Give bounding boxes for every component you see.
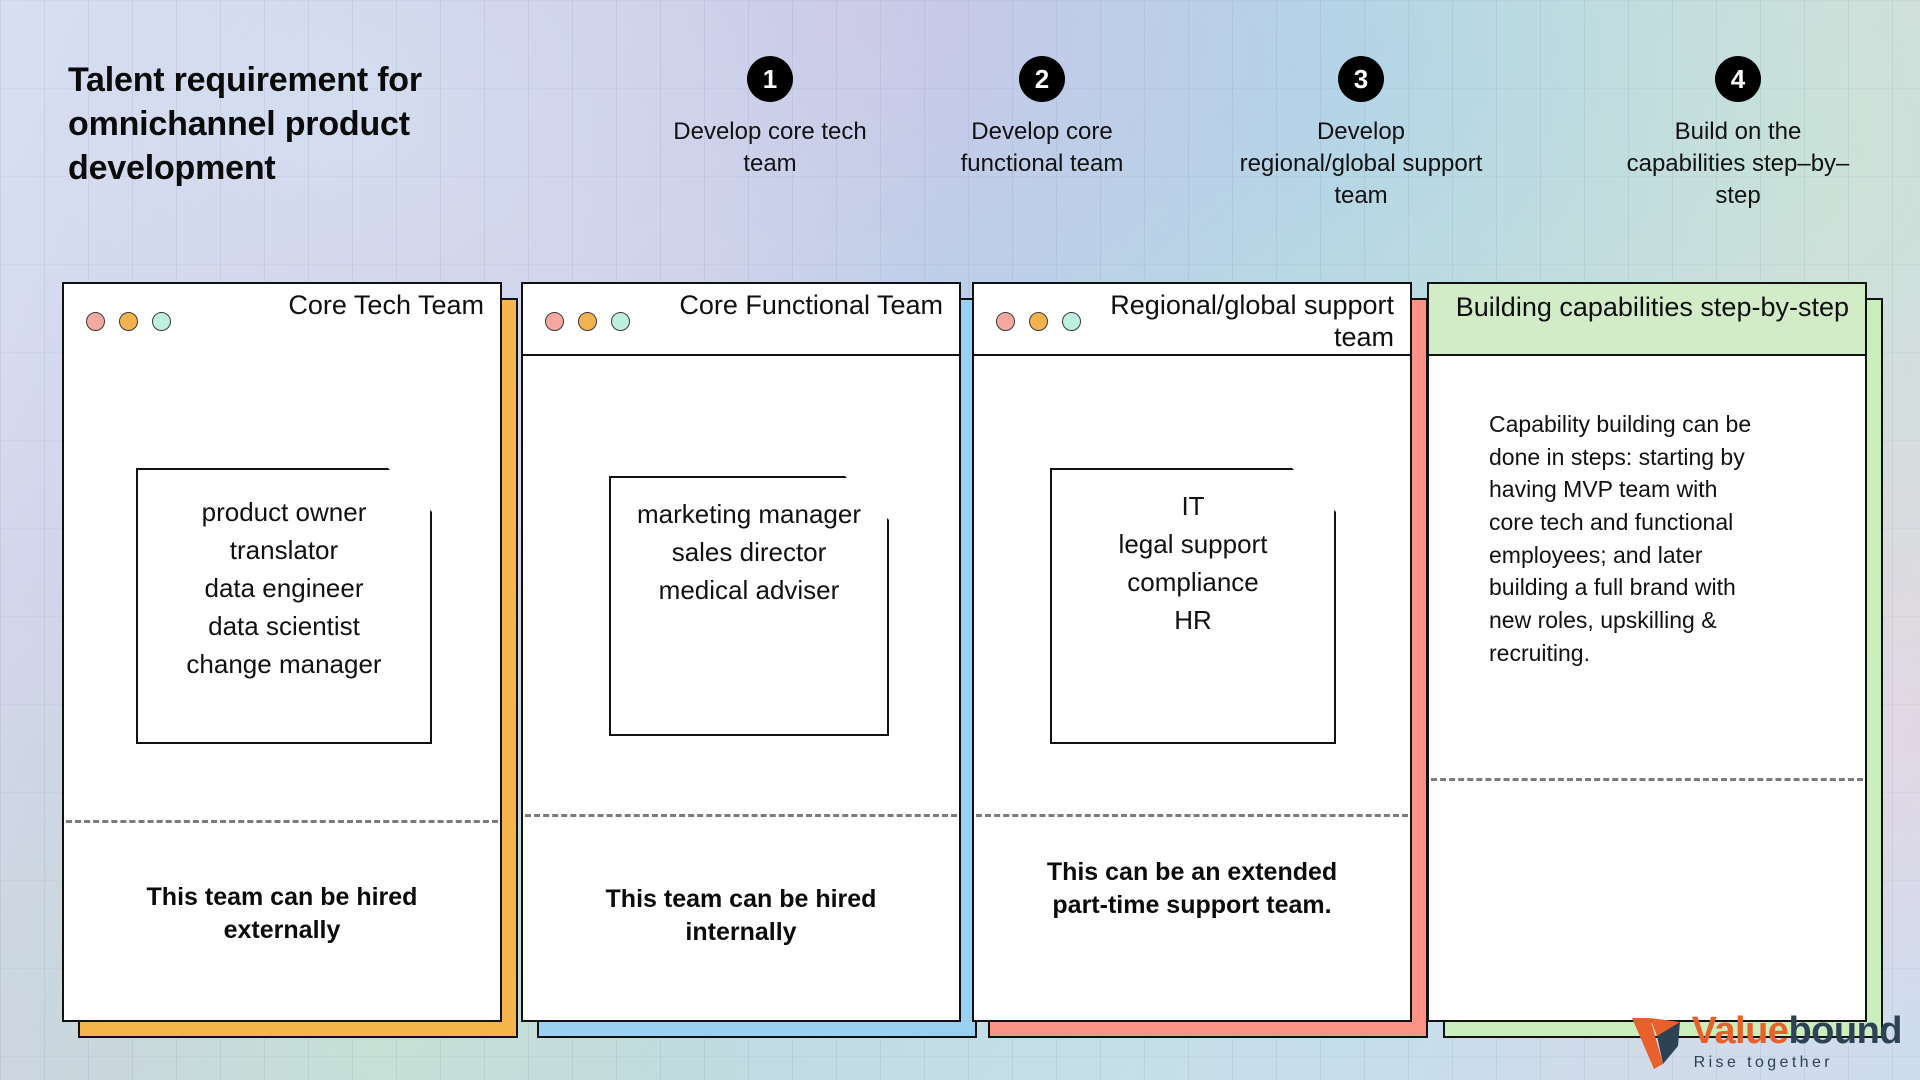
dot-red-icon[interactable] — [996, 312, 1015, 331]
roles-note-text-3: IT legal support compliance HR — [1038, 488, 1348, 640]
step-number-badge-1: 1 — [747, 56, 793, 102]
logo-name: Valuebound — [1691, 1010, 1903, 1052]
capability-description: Capability building can be done in steps… — [1489, 411, 1752, 666]
card-body-2: marketing manager sales director medical… — [523, 356, 959, 1020]
logo-tagline: Rise together — [1693, 1054, 1834, 1071]
page-title: Talent requirement for omnichannel produ… — [68, 61, 422, 188]
step-header-2: 2 Develop core functional team — [917, 56, 1167, 180]
dot-red-icon[interactable] — [545, 312, 564, 331]
role-item: compliance — [1127, 566, 1259, 597]
roles-note-2: marketing manager sales director medical… — [609, 476, 889, 736]
step-header-1: 1 Develop core tech team — [645, 56, 895, 180]
card-body-3: IT legal support compliance HR This can … — [974, 356, 1410, 1020]
dot-red-icon[interactable] — [86, 312, 105, 331]
card-building-capabilities[interactable]: Building capabilities step-by-step Capab… — [1427, 282, 1883, 1038]
dot-green-icon[interactable] — [152, 312, 171, 331]
step-number-badge-2: 2 — [1019, 56, 1065, 102]
role-item: HR — [1174, 604, 1212, 635]
card-body-4: Capability building can be done in steps… — [1429, 356, 1865, 1020]
window-dots-3 — [996, 312, 1081, 331]
card-panel-4[interactable]: Building capabilities step-by-step Capab… — [1427, 282, 1867, 1022]
step-number-badge-3: 3 — [1338, 56, 1384, 102]
roles-note-3: IT legal support compliance HR — [1050, 468, 1336, 744]
step-label-1: Develop core tech team — [673, 118, 867, 177]
valuebound-wordmark: Valuebound Rise together — [1691, 1010, 1903, 1072]
step-header-3: 3 Develop regional/global support team — [1236, 56, 1486, 212]
card-core-tech-team[interactable]: Core Tech Team product owner translator … — [62, 282, 518, 1038]
step-header-4: 4 Build on the capabilities step–by–step — [1613, 56, 1863, 212]
logo-name-part-a: Value — [1691, 1010, 1789, 1052]
role-item: data engineer — [204, 572, 364, 603]
dot-green-icon[interactable] — [1062, 312, 1081, 331]
card-header-3: Regional/global support team — [974, 284, 1410, 356]
step-label-3: Develop regional/global support team — [1239, 118, 1483, 209]
logo-name-part-b: bound — [1788, 1010, 1902, 1052]
dot-amber-icon[interactable] — [119, 312, 138, 331]
roles-note-text-1: product owner translator data engineer d… — [124, 494, 444, 684]
role-item: data scientist — [208, 610, 360, 641]
card-footer-1: This team can be hired externally — [146, 883, 418, 944]
card-panel-3[interactable]: Regional/global support team IT legal su… — [972, 282, 1412, 1022]
card-header-4: Building capabilities step-by-step — [1429, 284, 1865, 356]
card-core-functional-team[interactable]: Core Functional Team marketing manager s… — [521, 282, 977, 1038]
role-item: marketing manager — [637, 499, 861, 529]
card-header-1: Core Tech Team — [64, 284, 500, 356]
role-item: sales director — [671, 536, 827, 567]
card-panel-1[interactable]: Core Tech Team product owner translator … — [62, 282, 502, 1022]
step-number-badge-4: 4 — [1715, 56, 1761, 102]
dot-amber-icon[interactable] — [1029, 312, 1048, 331]
window-dots-2 — [545, 312, 630, 331]
roles-note-text-2: marketing manager sales director medical… — [597, 496, 901, 610]
role-item: legal support — [1118, 528, 1268, 559]
card-panel-2[interactable]: Core Functional Team marketing manager s… — [521, 282, 961, 1022]
role-item: product owner — [201, 497, 367, 527]
card-body-1: product owner translator data engineer d… — [64, 356, 500, 1020]
card-header-2: Core Functional Team — [523, 284, 959, 356]
step-label-4: Build on the capabilities step–by–step — [1626, 118, 1850, 209]
step-label-2: Develop core functional team — [960, 118, 1124, 177]
window-dots-1 — [86, 312, 171, 331]
card-divider-3 — [976, 814, 1408, 817]
card-divider-4 — [1431, 778, 1863, 781]
roles-note-1: product owner translator data engineer d… — [136, 468, 432, 744]
dot-green-icon[interactable] — [611, 312, 630, 331]
role-item: change manager — [186, 648, 382, 679]
card-regional-global-support-team[interactable]: Regional/global support team IT legal su… — [972, 282, 1428, 1038]
card-footer-2: This team can be hired internally — [605, 885, 877, 946]
card-footer-3: This can be an extended part-time suppor… — [1046, 858, 1338, 919]
card-divider-2 — [525, 814, 957, 817]
role-item: medical adviser — [658, 574, 840, 605]
card-title-4: Building capabilities step-by-step — [1455, 292, 1849, 322]
dot-amber-icon[interactable] — [578, 312, 597, 331]
role-item: IT — [1181, 491, 1205, 521]
valuebound-mark-icon — [1631, 1018, 1680, 1069]
card-divider-1 — [66, 820, 498, 823]
valuebound-logo: Valuebound Rise together — [1630, 1012, 1902, 1072]
role-item: translator — [229, 534, 339, 565]
